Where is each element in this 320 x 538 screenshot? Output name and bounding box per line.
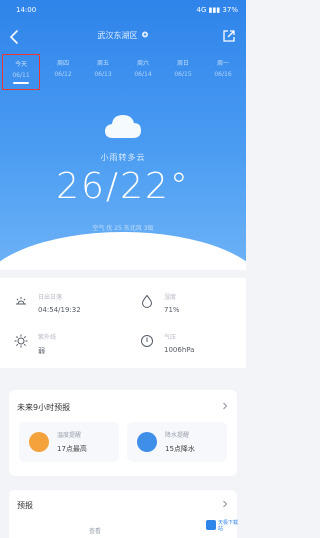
metric-value: 04:54/19:32: [38, 306, 81, 314]
metric-value: 71%: [164, 306, 180, 314]
watermark-icon: [206, 520, 216, 530]
tab-day-label: 周日: [176, 60, 189, 67]
watermark-logo: 天极下载站: [206, 518, 242, 534]
top-nav: 武汉东湖区: [0, 28, 246, 46]
panel-title: 未来9小时预报: [17, 403, 71, 412]
tab-day-label: 周四: [56, 60, 69, 67]
sunrise-icon: [16, 297, 26, 305]
tab-day-date: 06/16: [214, 71, 232, 78]
tab-day-date: 06/15: [174, 71, 192, 78]
humidity-drop-icon: [141, 294, 153, 308]
metric-label: 日出日落: [38, 294, 63, 301]
tab-day-1[interactable]: 今天 06/11: [2, 54, 40, 90]
tab-day-label: 周一: [216, 60, 229, 67]
uv-sun-icon: [14, 334, 28, 348]
metric-label: 湿度: [164, 294, 177, 301]
advice-title: 降水提醒: [165, 432, 190, 439]
advice-card-temperature[interactable]: 温度提醒 17点最高: [19, 422, 119, 462]
forecast-link-text: 查看: [89, 528, 102, 535]
tab-day-date: 06/14: [134, 71, 152, 78]
metric-value: 弱: [38, 347, 45, 355]
metric-pressure: 气压 1006hPa: [140, 328, 250, 362]
metric-label: 紫外线: [38, 334, 57, 341]
cloud-icon: [105, 115, 141, 138]
pressure-gauge-icon: [141, 335, 153, 347]
weather-metrics: 日出日落 04:54/19:32 湿度 71% 紫外线 弱 气压 1006hPa: [0, 278, 246, 368]
advice-title: 温度提醒: [57, 432, 82, 439]
tab-day-5[interactable]: 周日 06/15: [164, 54, 202, 90]
advice-value: 17点最高: [57, 445, 87, 453]
rain-cloud-icon: [137, 432, 157, 452]
status-indicators: 4G ▮▮▮ 37%: [196, 6, 238, 14]
share-icon[interactable]: [222, 29, 236, 43]
metric-value: 1006hPa: [164, 346, 195, 354]
status-bar: 14:00 4G ▮▮▮ 37%: [0, 4, 246, 18]
temperature-range: 26/22°: [56, 166, 190, 207]
hero-curve: [0, 232, 246, 270]
tab-day-2[interactable]: 周四 06/12: [44, 54, 82, 90]
temperature-icon: [29, 432, 49, 452]
location-pin-icon: [141, 31, 148, 38]
tab-day-date: 06/11: [12, 72, 30, 79]
chevron-right-icon[interactable]: [221, 402, 229, 410]
weather-condition: 小雨转多云: [100, 153, 146, 162]
metric-humidity: 湿度 71%: [140, 288, 250, 322]
tab-day-date: 06/13: [94, 71, 112, 78]
metric-sunrise: 日出日落 04:54/19:32: [14, 288, 124, 322]
tab-day-3[interactable]: 周五 06/13: [84, 54, 122, 90]
metric-label: 气压: [164, 334, 177, 341]
forecast-advice-panel[interactable]: 未来9小时预报 温度提醒 17点最高 降水提醒 15点降水: [9, 390, 237, 476]
metric-uv: 紫外线 弱: [14, 328, 124, 362]
tab-day-6[interactable]: 周一 06/16: [204, 54, 242, 90]
city-title[interactable]: 武汉东湖区: [0, 30, 246, 41]
tab-day-date: 06/12: [54, 71, 72, 78]
air-quality-wind: 空气 优 25 东北风 3级: [92, 225, 154, 232]
selected-underline: [13, 82, 29, 84]
advice-value: 15点降水: [165, 445, 195, 453]
forecast-panel[interactable]: 预报 查看: [9, 490, 237, 538]
city-name: 武汉东湖区: [97, 31, 138, 40]
tab-day-label: 周五: [96, 60, 109, 67]
weather-hero: 14:00 4G ▮▮▮ 37% 武汉东湖区 今天 06/11 周四 06/12…: [0, 0, 246, 270]
status-time: 14:00: [16, 6, 37, 14]
watermark-text: 天极下载站: [218, 520, 239, 532]
tab-day-label: 今天: [14, 61, 27, 68]
panel-title: 预报: [17, 501, 33, 510]
chevron-right-icon[interactable]: [221, 500, 229, 508]
day-tabs: 今天 06/11 周四 06/12 周五 06/13 周六 06/14 周日 0…: [0, 54, 246, 90]
tab-day-label: 周六: [136, 60, 149, 67]
advice-card-rain[interactable]: 降水提醒 15点降水: [127, 422, 227, 462]
tab-day-4[interactable]: 周六 06/14: [124, 54, 162, 90]
